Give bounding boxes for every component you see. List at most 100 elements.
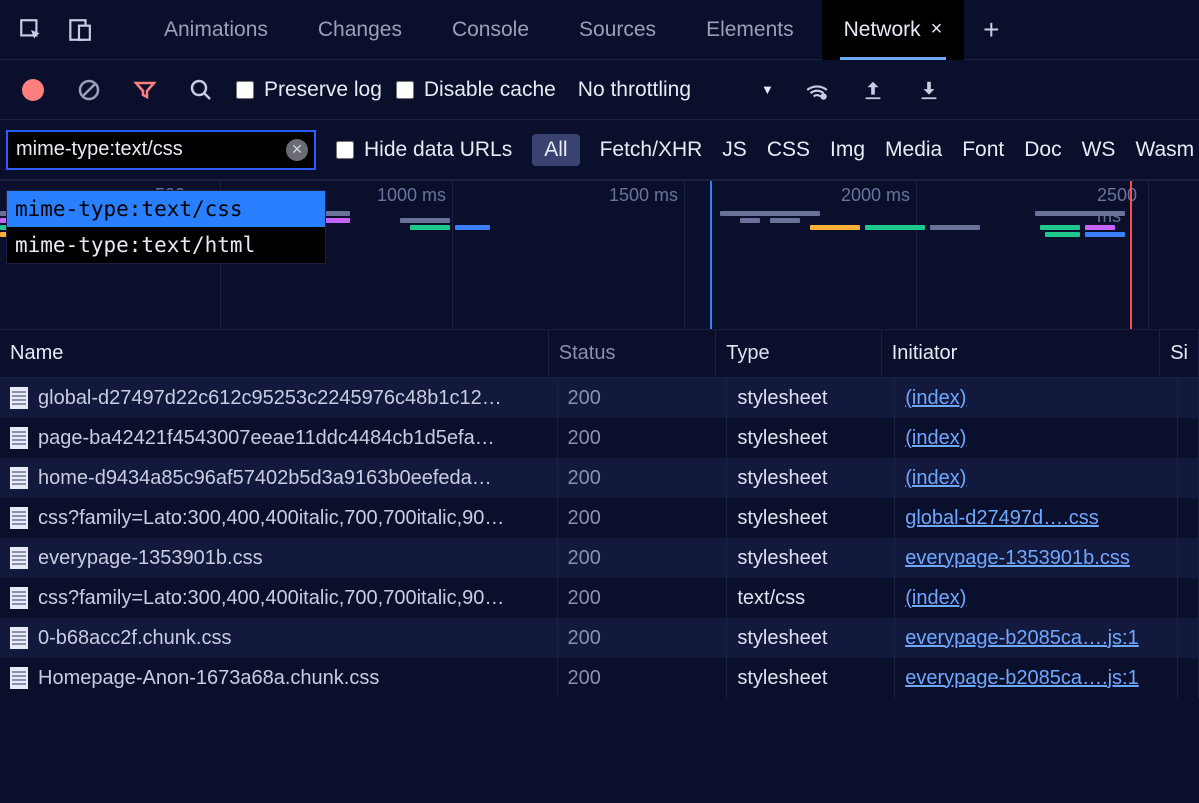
cell-status: 200 (558, 378, 728, 418)
cell-size (1178, 578, 1199, 618)
filter-chip-js[interactable]: JS (722, 138, 747, 162)
autocomplete-item[interactable]: mime-type:text/css (7, 191, 325, 227)
upload-har-icon[interactable] (852, 69, 894, 111)
cell-initiator: (index) (895, 578, 1178, 618)
cell-name: everypage-1353901b.css (0, 538, 558, 578)
cell-status: 200 (558, 538, 728, 578)
col-name[interactable]: Name (0, 330, 549, 377)
download-har-icon[interactable] (908, 69, 950, 111)
table-row[interactable]: everypage-1353901b.css200stylesheetevery… (0, 538, 1199, 578)
tab-animations[interactable]: Animations (142, 0, 290, 60)
cell-status: 200 (558, 578, 728, 618)
col-status[interactable]: Status (549, 330, 716, 377)
inspect-element-icon[interactable] (10, 9, 52, 51)
filter-chip-fetchxhr[interactable]: Fetch/XHR (600, 138, 703, 162)
table-row[interactable]: page-ba42421f4543007eeae11ddc4484cb1d5ef… (0, 418, 1199, 458)
search-icon[interactable] (180, 69, 222, 111)
cell-type: stylesheet (727, 618, 895, 658)
cell-initiator: global-d27497d….css (895, 498, 1178, 538)
timeline-tick: 1500 ms (609, 185, 684, 206)
cell-status: 200 (558, 618, 728, 658)
cell-size (1178, 618, 1199, 658)
filter-chip-css[interactable]: CSS (767, 138, 810, 162)
filter-chip-wasm[interactable]: Wasm (1135, 138, 1194, 162)
table-body: global-d27497d22c612c95253c2245976c48b1c… (0, 378, 1199, 698)
initiator-link[interactable]: (index) (905, 467, 966, 490)
disable-cache-checkbox[interactable]: Disable cache (396, 78, 556, 102)
timeline-tick: 1000 ms (377, 185, 452, 206)
autocomplete-item[interactable]: mime-type:text/html (7, 227, 325, 263)
tab-console[interactable]: Console (430, 0, 551, 60)
cell-initiator: everypage-1353901b.css (895, 538, 1178, 578)
filter-chip-font[interactable]: Font (962, 138, 1004, 162)
table-row[interactable]: css?family=Lato:300,400,400italic,700,70… (0, 578, 1199, 618)
filter-autocomplete: mime-type:text/css mime-type:text/html (6, 190, 326, 264)
table-row[interactable]: global-d27497d22c612c95253c2245976c48b1c… (0, 378, 1199, 418)
filter-chip-doc[interactable]: Doc (1024, 138, 1061, 162)
table-row[interactable]: Homepage-Anon-1673a68a.chunk.css200style… (0, 658, 1199, 698)
filter-chip-ws[interactable]: WS (1082, 138, 1116, 162)
clear-icon[interactable] (68, 69, 110, 111)
add-tab-icon[interactable]: + (970, 9, 1012, 51)
preserve-log-checkbox[interactable]: Preserve log (236, 78, 382, 102)
tab-network[interactable]: Network × (822, 0, 965, 60)
load-marker (1130, 181, 1132, 329)
table-row[interactable]: 0-b68acc2f.chunk.css200stylesheeteverypa… (0, 618, 1199, 658)
devtools-tabs: Animations Changes Console Sources Eleme… (0, 0, 1199, 60)
cell-status: 200 (558, 658, 728, 698)
initiator-link[interactable]: (index) (905, 427, 966, 450)
initiator-link[interactable]: (index) (905, 587, 966, 610)
close-icon[interactable]: × (931, 18, 943, 41)
filter-input-wrap: ✕ mime-type:text/css mime-type:text/html (6, 130, 316, 170)
filter-input[interactable] (6, 130, 316, 170)
record-button[interactable] (12, 69, 54, 111)
file-icon (10, 387, 28, 409)
cell-initiator: (index) (895, 458, 1178, 498)
initiator-link[interactable]: global-d27497d….css (905, 507, 1098, 530)
col-type[interactable]: Type (716, 330, 881, 377)
initiator-link[interactable]: everypage-b2085ca….js:1 (905, 627, 1138, 650)
hide-data-urls-checkbox[interactable]: Hide data URLs (336, 138, 512, 162)
cell-type: text/css (727, 578, 895, 618)
cell-size (1178, 458, 1199, 498)
cell-type: stylesheet (727, 498, 895, 538)
tab-elements[interactable]: Elements (684, 0, 816, 60)
cell-initiator: (index) (895, 378, 1178, 418)
col-initiator[interactable]: Initiator (882, 330, 1161, 377)
table-header: Name Status Type Initiator Si (0, 330, 1199, 378)
chevron-down-icon: ▼ (761, 82, 774, 97)
clear-filter-icon[interactable]: ✕ (286, 139, 308, 161)
cell-size (1178, 538, 1199, 578)
throttling-select[interactable]: No throttling ▼ (570, 78, 782, 102)
filter-chip-media[interactable]: Media (885, 138, 942, 162)
tab-changes[interactable]: Changes (296, 0, 424, 60)
tab-sources[interactable]: Sources (557, 0, 678, 60)
network-toolbar: Preserve log Disable cache No throttling… (0, 60, 1199, 120)
file-icon (10, 547, 28, 569)
file-icon (10, 587, 28, 609)
initiator-link[interactable]: (index) (905, 387, 966, 410)
table-row[interactable]: css?family=Lato:300,400,400italic,700,70… (0, 498, 1199, 538)
table-row[interactable]: home-d9434a85c96af57402b5d3a9163b0eefeda… (0, 458, 1199, 498)
cell-status: 200 (558, 458, 728, 498)
hide-data-urls-label: Hide data URLs (364, 138, 512, 162)
cell-name: css?family=Lato:300,400,400italic,700,70… (0, 498, 558, 538)
cell-initiator: everypage-b2085ca….js:1 (895, 618, 1178, 658)
initiator-link[interactable]: everypage-1353901b.css (905, 547, 1130, 570)
initiator-link[interactable]: everypage-b2085ca….js:1 (905, 667, 1138, 690)
file-icon (10, 467, 28, 489)
timeline-tick: 2000 ms (841, 185, 916, 206)
network-conditions-icon[interactable] (796, 69, 838, 111)
filter-chip-img[interactable]: Img (830, 138, 865, 162)
filter-chip-all[interactable]: All (532, 134, 579, 166)
device-toggle-icon[interactable] (58, 9, 100, 51)
cell-name: page-ba42421f4543007eeae11ddc4484cb1d5ef… (0, 418, 558, 458)
filter-icon[interactable] (124, 69, 166, 111)
cell-size (1178, 378, 1199, 418)
file-icon (10, 627, 28, 649)
cell-status: 200 (558, 418, 728, 458)
col-size[interactable]: Si (1160, 330, 1199, 377)
cell-name: Homepage-Anon-1673a68a.chunk.css (0, 658, 558, 698)
cell-name: global-d27497d22c612c95253c2245976c48b1c… (0, 378, 558, 418)
disable-cache-label: Disable cache (424, 78, 556, 102)
